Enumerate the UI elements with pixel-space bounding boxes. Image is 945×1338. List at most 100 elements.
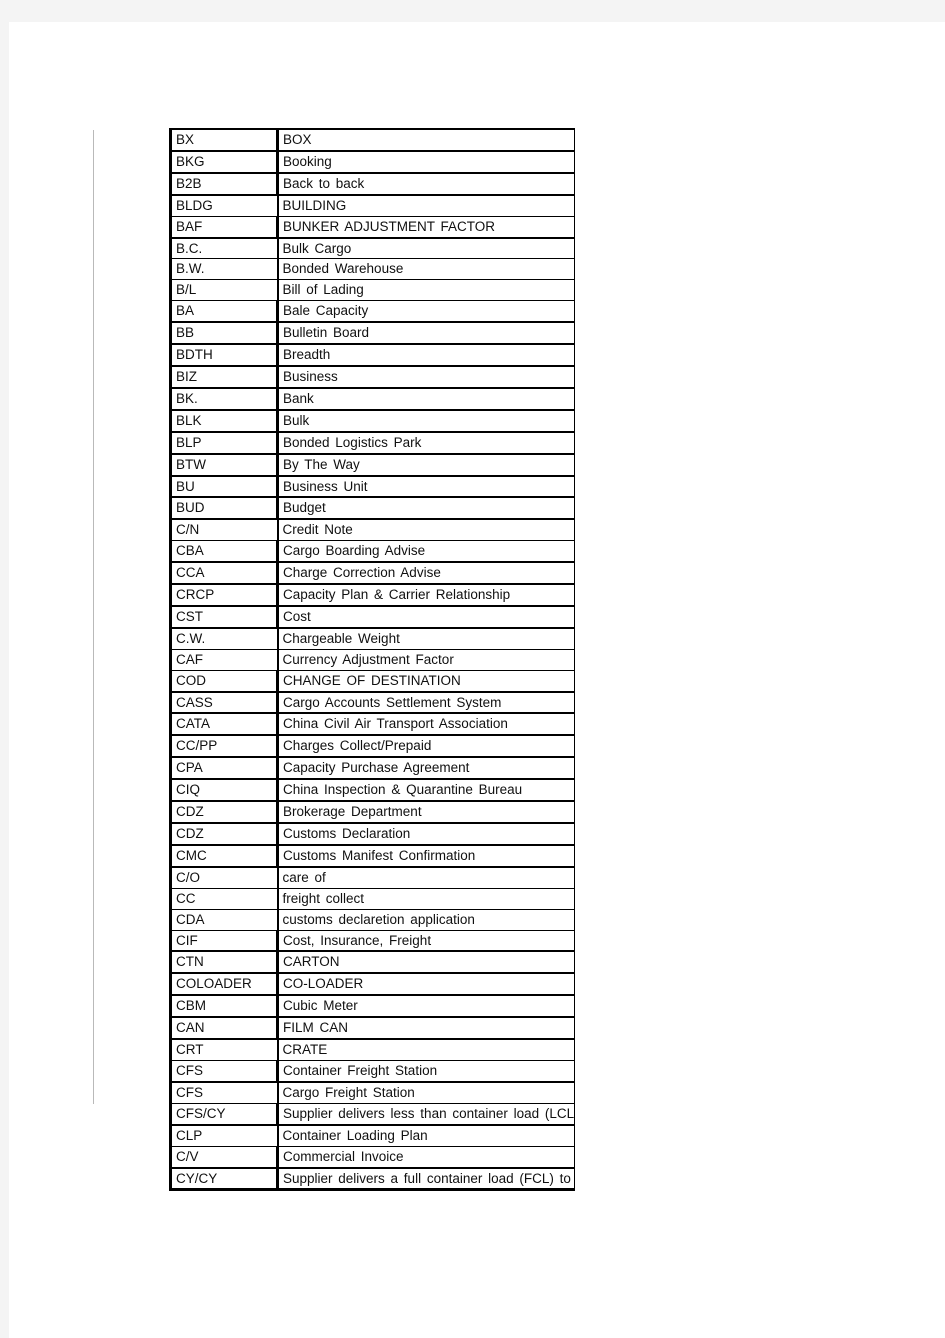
table-row: BLK Bulk [170, 409, 575, 433]
abbreviation-meaning-cell: CARTON [277, 951, 575, 975]
table-row: C/V Commercial Invoice [170, 1146, 575, 1169]
abbreviation-code-cell: CFS [170, 1060, 279, 1083]
table-row: B.C. Bulk Cargo [170, 237, 575, 260]
table-row: B/L Bill of Lading [170, 279, 575, 302]
table-row: CDZ Brokerage Department [170, 801, 575, 824]
abbreviation-code-cell: BLK [170, 409, 279, 433]
table-row: CFS Cargo Freight Station [170, 1081, 575, 1104]
abbreviation-code-cell: C/V [170, 1146, 279, 1169]
abbreviations-table-container: BX BOX BKG Booking B2B Back to back BLDG BUILDI… [169, 128, 575, 1192]
abbreviation-code-cell: C.W. [170, 627, 279, 650]
abbreviation-meaning-cell: Cubic Meter [277, 995, 575, 1019]
abbreviation-code-cell: COD [170, 670, 279, 693]
table-row: CLP Container Loading Plan [170, 1124, 575, 1147]
abbreviation-code-cell: CCA [170, 562, 279, 586]
table-row: CTN CARTON [170, 951, 575, 975]
table-row: C/O care of [170, 866, 575, 889]
document-page: BX BOX BKG Booking B2B Back to back BLDG BUILDI… [9, 22, 945, 1338]
abbreviation-code-cell: BK. [170, 387, 279, 411]
abbreviation-meaning-cell: BOX [277, 129, 575, 152]
abbreviation-code-cell: CATA [170, 713, 279, 737]
abbreviation-code-cell: CIF [170, 930, 279, 953]
table-row: CBM Cubic Meter [170, 995, 575, 1019]
abbreviation-code-cell: CFS/CY [170, 1103, 279, 1126]
abbreviation-meaning-cell: By The Way [277, 453, 575, 477]
abbreviation-code-cell: CDZ [170, 823, 279, 846]
abbreviation-code-cell: CTN [170, 951, 279, 975]
table-row: BIZ Business [170, 365, 575, 389]
abbreviation-meaning-cell: Capacity Purchase Agreement [277, 757, 575, 781]
abbreviation-code-cell: CDZ [170, 801, 279, 824]
abbreviation-meaning-cell: Cargo Boarding Advise [277, 540, 575, 564]
abbreviation-meaning-cell: Bulk Cargo [277, 237, 575, 260]
abbreviation-meaning-cell: Cost, Insurance, Freight [277, 930, 575, 953]
table-row: BU Business Unit [170, 475, 575, 499]
table-row: CIF Cost, Insurance, Freight [170, 930, 575, 953]
abbreviation-code-cell: BLP [170, 431, 279, 455]
table-row: CDA customs declaretion application [170, 909, 575, 931]
table-row: BB Bulletin Board [170, 322, 575, 346]
abbreviation-meaning-cell: Cost [277, 605, 575, 629]
abbreviation-code-cell: BDTH [170, 344, 279, 367]
abbreviation-code-cell: BIZ [170, 365, 279, 389]
page-margin-rule [93, 130, 94, 1104]
abbreviation-meaning-cell: CO-LOADER [277, 973, 575, 997]
abbreviations-table: BX BOX BKG Booking B2B Back to back BLDG BUILDI… [169, 128, 575, 1192]
abbreviation-meaning-cell: Business Unit [277, 475, 575, 499]
table-row: CPA Capacity Purchase Agreement [170, 757, 575, 781]
table-row: CAN FILM CAN [170, 1017, 575, 1041]
table-row: BLDG BUILDING [170, 194, 575, 217]
abbreviation-code-cell: CRCP [170, 584, 279, 607]
abbreviation-meaning-cell: Bonded Warehouse [277, 258, 575, 281]
table-row: BTW By The Way [170, 453, 575, 477]
abbreviation-code-cell: CBA [170, 540, 279, 564]
abbreviation-meaning-cell: Supplier delivers a full container load … [277, 1167, 575, 1190]
table-row: C.W. Chargeable Weight [170, 627, 575, 650]
table-row: BK. Bank [170, 387, 575, 411]
abbreviation-meaning-cell: Breadth [277, 344, 575, 367]
abbreviation-meaning-cell: FILM CAN [277, 1017, 575, 1041]
table-row: BX BOX [170, 129, 575, 152]
table-row: BLP Bonded Logistics Park [170, 431, 575, 455]
abbreviation-code-cell: CC [170, 888, 279, 910]
table-row: BKG Booking [170, 150, 575, 174]
abbreviation-code-cell: BAF [170, 216, 279, 239]
abbreviation-code-cell: COLOADER [170, 973, 279, 997]
abbreviation-code-cell: C/O [170, 866, 279, 889]
abbreviation-code-cell: CIQ [170, 779, 279, 803]
abbreviation-meaning-cell: CRATE [277, 1039, 575, 1061]
table-row: CST Cost [170, 605, 575, 629]
table-row: CDZ Customs Declaration [170, 823, 575, 846]
table-row: BUD Budget [170, 497, 575, 521]
abbreviation-meaning-cell: Commercial Invoice [277, 1146, 575, 1169]
abbreviation-code-cell: CMC [170, 844, 279, 868]
abbreviation-meaning-cell: Business [277, 365, 575, 389]
table-row: CY/CY Supplier delivers a full container … [170, 1167, 575, 1190]
abbreviation-code-cell: C/N [170, 519, 279, 542]
abbreviation-meaning-cell: Credit Note [277, 519, 575, 542]
abbreviation-code-cell: BU [170, 475, 279, 499]
abbreviation-meaning-cell: Budget [277, 497, 575, 521]
table-row: CRCP Capacity Plan & Carrier Relationship [170, 584, 575, 607]
abbreviation-code-cell: CPA [170, 757, 279, 781]
abbreviation-meaning-cell: Customs Declaration [277, 823, 575, 846]
abbreviation-meaning-cell: Charges Collect/Prepaid [277, 735, 575, 759]
table-row: CC freight collect [170, 888, 575, 910]
table-row: CASS Cargo Accounts Settlement System [170, 691, 575, 715]
abbreviation-code-cell: BA [170, 300, 279, 324]
table-row: CC/PP Charges Collect/Prepaid [170, 735, 575, 759]
abbreviation-meaning-cell: Charge Correction Advise [277, 562, 575, 586]
table-row: CIQ China Inspection & Quarantine Bureau [170, 779, 575, 803]
table-row: B2B Back to back [170, 172, 575, 196]
abbreviation-meaning-cell: Customs Manifest Confirmation [277, 844, 575, 868]
abbreviation-code-cell: CST [170, 605, 279, 629]
abbreviation-meaning-cell: freight collect [277, 888, 575, 910]
abbreviation-code-cell: CAN [170, 1017, 279, 1041]
table-row: CCA Charge Correction Advise [170, 562, 575, 586]
abbreviation-meaning-cell: China Civil Air Transport Association [277, 713, 575, 737]
abbreviation-meaning-cell: Booking [277, 150, 575, 174]
table-row: CRT CRATE [170, 1039, 575, 1061]
table-row: B.W. Bonded Warehouse [170, 258, 575, 281]
abbreviation-meaning-cell: Cargo Accounts Settlement System [277, 691, 575, 715]
abbreviation-meaning-cell: Bale Capacity [277, 300, 575, 324]
